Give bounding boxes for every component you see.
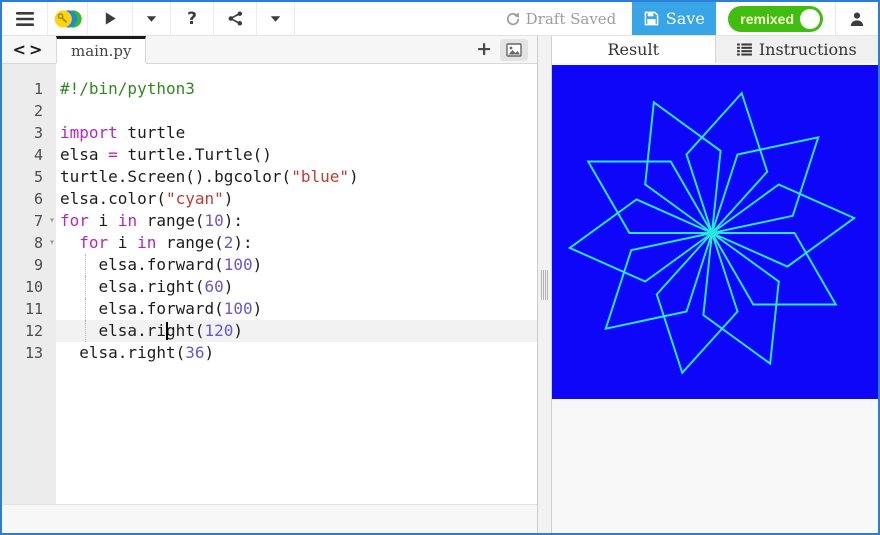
remixed-toggle[interactable]: remixed — [728, 6, 823, 32]
tab-instructions[interactable]: Instructions — [715, 36, 879, 63]
fold-caret-icon[interactable]: ▾ — [49, 233, 55, 253]
line-number: 9 — [2, 254, 56, 276]
line-number: 11 — [2, 298, 56, 320]
code-toggle-button[interactable]: <> — [2, 36, 56, 63]
share-button[interactable] — [214, 2, 257, 35]
code-line[interactable]: 13 elsa.right(36) — [2, 342, 537, 364]
code-line[interactable]: 5turtle.Screen().bgcolor("blue") — [2, 166, 537, 188]
add-image-button[interactable] — [500, 39, 528, 61]
file-tab-label: main.py — [71, 42, 131, 60]
caret-down-icon — [270, 15, 281, 23]
code-line[interactable]: 6elsa.color("cyan") — [2, 188, 537, 210]
save-button[interactable]: Save — [632, 2, 716, 35]
tab-actions: + — [476, 36, 537, 63]
code-text — [56, 100, 537, 122]
indent-guide — [85, 276, 86, 298]
help-button[interactable]: ? — [171, 2, 214, 35]
code-line[interactable]: 1#!/bin/python3 — [2, 78, 537, 100]
code-text: elsa.right(60) — [56, 276, 537, 298]
indent-guide — [85, 298, 86, 320]
image-icon — [506, 43, 522, 57]
toggle-knob — [800, 9, 820, 29]
code-text: elsa.right(36) — [56, 342, 537, 364]
app-window: ? Draft Saved — [0, 0, 880, 535]
code-line[interactable]: 12 elsa.right(120) — [2, 320, 537, 342]
trinket-logo[interactable] — [48, 2, 88, 35]
line-number: 7▾ — [2, 210, 56, 232]
hamburger-menu-button[interactable] — [2, 2, 48, 35]
code-text: elsa.right(120) — [56, 320, 537, 342]
code-line[interactable]: 7▾for i in range(10): — [2, 210, 537, 232]
run-options-caret[interactable] — [133, 2, 171, 35]
code-text: elsa.forward(100) — [56, 298, 537, 320]
toolbar: ? Draft Saved — [2, 2, 878, 36]
tab-result[interactable]: Result — [552, 36, 715, 63]
turtle-canvas — [552, 65, 878, 399]
floppy-icon — [644, 11, 659, 26]
trinket-logo-icon — [53, 7, 83, 31]
code-text: turtle.Screen().bgcolor("blue") — [56, 166, 537, 188]
code-text: elsa = turtle.Turtle() — [56, 144, 537, 166]
code-line[interactable]: 2 — [2, 100, 537, 122]
code-line[interactable]: 10 elsa.right(60) — [2, 276, 537, 298]
line-number: 2 — [2, 100, 56, 122]
editor-tabbar: <> main.py + — [2, 36, 537, 64]
code-text: for i in range(2): — [56, 232, 537, 254]
draft-status-label: Draft Saved — [526, 10, 617, 28]
code-text: import turtle — [56, 122, 537, 144]
code-lines: 1#!/bin/python323import turtle4elsa = tu… — [2, 64, 537, 364]
add-file-button[interactable]: + — [476, 40, 492, 59]
line-number: 8▾ — [2, 232, 56, 254]
code-line[interactable]: 9 elsa.forward(100) — [2, 254, 537, 276]
toolbar-spacer — [295, 2, 506, 35]
person-icon — [849, 11, 865, 27]
indent-guide — [85, 320, 86, 342]
fold-caret-icon[interactable]: ▾ — [49, 211, 55, 231]
line-number: 13 — [2, 342, 56, 364]
text-caret — [166, 322, 168, 340]
run-button[interactable] — [88, 2, 133, 35]
code-text: #!/bin/python3 — [56, 78, 537, 100]
indent-guide — [85, 254, 86, 276]
line-number: 4 — [2, 144, 56, 166]
line-number: 12 — [2, 320, 56, 342]
user-button[interactable] — [836, 2, 878, 35]
line-number: 1 — [2, 78, 56, 100]
line-number: 10 — [2, 276, 56, 298]
code-line[interactable]: 3import turtle — [2, 122, 537, 144]
line-number: 6 — [2, 188, 56, 210]
question-icon: ? — [187, 9, 197, 29]
remixed-label: remixed — [740, 11, 794, 27]
result-tabbar: Result Instructions — [552, 36, 878, 63]
save-button-label: Save — [666, 9, 705, 28]
list-icon — [737, 43, 752, 56]
play-icon — [103, 11, 118, 26]
draft-status: Draft Saved — [506, 2, 617, 35]
caret-down-icon — [146, 15, 157, 23]
file-tab-main-py[interactable]: main.py — [56, 36, 146, 63]
editor-panel: <> main.py + 1#!/bin/python323import tur… — [2, 36, 537, 533]
share-options-caret[interactable] — [257, 2, 295, 35]
tab-instructions-label: Instructions — [759, 40, 857, 59]
share-icon — [228, 11, 243, 26]
code-brackets-icon: <> — [13, 40, 46, 59]
code-line[interactable]: 11 elsa.forward(100) — [2, 298, 537, 320]
hamburger-icon — [16, 12, 34, 26]
code-editor[interactable]: 1#!/bin/python323import turtle4elsa = tu… — [2, 64, 537, 504]
footer — [2, 504, 537, 533]
code-text: elsa.forward(100) — [56, 254, 537, 276]
code-text: for i in range(10): — [56, 210, 537, 232]
code-line[interactable]: 4elsa = turtle.Turtle() — [2, 144, 537, 166]
code-line[interactable]: 8▾ for i in range(2): — [2, 232, 537, 254]
sync-icon — [506, 12, 520, 26]
panel-resize-handle[interactable] — [537, 36, 552, 533]
turtle-drawing — [552, 65, 878, 399]
tab-result-label: Result — [607, 40, 659, 59]
line-number: 5 — [2, 166, 56, 188]
grip-icon — [541, 270, 548, 300]
result-panel: Result Instructions — [552, 36, 878, 533]
line-number: 3 — [2, 122, 56, 144]
code-text: elsa.color("cyan") — [56, 188, 537, 210]
